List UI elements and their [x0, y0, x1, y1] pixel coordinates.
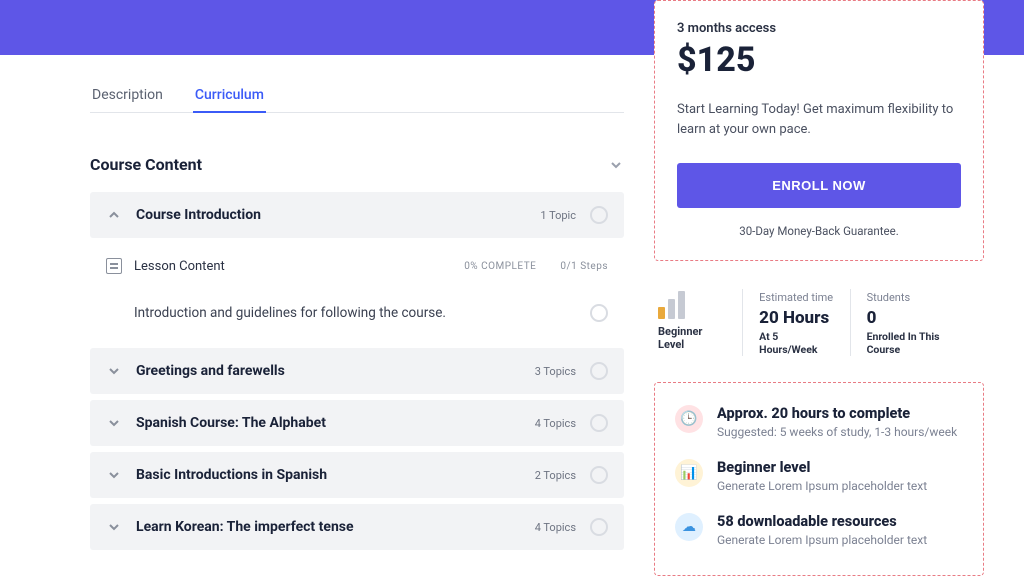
stat-level: Beginner Level	[658, 289, 742, 351]
cloud-download-icon: ☁	[675, 513, 703, 541]
stat-sub: Enrolled In This Course	[867, 330, 968, 356]
lesson-content-label: Lesson Content	[134, 259, 452, 274]
access-period: 3 months access	[677, 21, 961, 36]
progress-circle-icon	[590, 362, 608, 380]
highlight-sub: Generate Lorem Ipsum placeholder text	[717, 479, 927, 493]
progress-circle-icon	[590, 466, 608, 484]
chevron-down-icon	[106, 519, 122, 535]
clock-icon: 🕒	[675, 405, 703, 433]
module-row[interactable]: Learn Korean: The imperfect tense 4 Topi…	[90, 504, 624, 550]
progress-circle-icon	[590, 414, 608, 432]
highlight-row: 🕒 Approx. 20 hours to complete Suggested…	[675, 405, 963, 439]
highlight-sub: Generate Lorem Ipsum placeholder text	[717, 533, 927, 547]
stat-value: 0	[867, 308, 968, 328]
money-back-guarantee: 30-Day Money-Back Guarantee.	[677, 224, 961, 238]
highlight-title: 58 downloadable resources	[717, 513, 927, 530]
highlight-row: ☁ 58 downloadable resources Generate Lor…	[675, 513, 963, 547]
tab-curriculum[interactable]: Curriculum	[193, 81, 266, 113]
highlight-title: Beginner level	[717, 459, 927, 476]
course-right-column: 3 months access $125 Start Learning Toda…	[654, 0, 984, 576]
lesson-progress: 0% COMPLETE	[464, 261, 536, 272]
highlights-card: 🕒 Approx. 20 hours to complete Suggested…	[654, 382, 984, 576]
lesson-item[interactable]: Introduction and guidelines for followin…	[90, 284, 624, 348]
stat-value: 20 Hours	[759, 308, 833, 328]
stat-label: Students	[867, 291, 968, 304]
stat-students: Students 0 Enrolled In This Course	[850, 289, 984, 356]
course-stats: Beginner Level Estimated time 20 Hours A…	[654, 289, 984, 356]
stat-level-label: Beginner Level	[658, 325, 726, 351]
chevron-down-icon	[106, 363, 122, 379]
module-row[interactable]: Basic Introductions in Spanish 2 Topics	[90, 452, 624, 498]
module-row[interactable]: Greetings and farewells 3 Topics	[90, 348, 624, 394]
module-meta: 4 Topics	[535, 417, 576, 430]
module-title: Basic Introductions in Spanish	[136, 467, 535, 483]
chevron-down-icon	[608, 157, 624, 173]
progress-circle-icon	[590, 304, 608, 322]
highlight-row: 📊 Beginner level Generate Lorem Ipsum pl…	[675, 459, 963, 493]
tab-description[interactable]: Description	[90, 81, 165, 112]
tabs: Description Curriculum	[90, 75, 624, 113]
course-left-column: Description Curriculum Course Content Co…	[90, 55, 624, 556]
progress-circle-icon	[590, 518, 608, 536]
chevron-up-icon	[106, 207, 122, 223]
chevron-down-icon	[106, 467, 122, 483]
module-meta: 4 Topics	[535, 521, 576, 534]
chart-icon: 📊	[675, 459, 703, 487]
module-meta: 3 Topics	[535, 365, 576, 378]
chevron-down-icon	[106, 415, 122, 431]
stat-sub: At 5 Hours/Week	[759, 330, 833, 356]
module-title: Spanish Course: The Alphabet	[136, 415, 535, 431]
module-meta: 2 Topics	[535, 469, 576, 482]
course-content-heading: Course Content	[90, 155, 202, 174]
progress-circle-icon	[590, 206, 608, 224]
lesson-content-header: Lesson Content 0% COMPLETE 0/1 Steps	[90, 244, 624, 284]
module-title: Greetings and farewells	[136, 363, 535, 379]
module-title: Learn Korean: The imperfect tense	[136, 519, 535, 535]
highlight-title: Approx. 20 hours to complete	[717, 405, 957, 422]
price: $125	[677, 40, 961, 80]
highlight-sub: Suggested: 5 weeks of study, 1-3 hours/w…	[717, 425, 957, 439]
enroll-button[interactable]: ENROLL NOW	[677, 163, 961, 208]
document-icon	[106, 258, 122, 274]
level-bars-icon	[658, 291, 726, 319]
module-title: Course Introduction	[136, 207, 540, 223]
course-content-header[interactable]: Course Content	[90, 155, 624, 174]
lesson-item-text: Introduction and guidelines for followin…	[134, 305, 590, 321]
stat-estimated-time: Estimated time 20 Hours At 5 Hours/Week	[742, 289, 849, 356]
module-row[interactable]: Course Introduction 1 Topic	[90, 192, 624, 238]
pricing-card: 3 months access $125 Start Learning Toda…	[654, 0, 984, 261]
stat-label: Estimated time	[759, 291, 833, 304]
lesson-steps: 0/1 Steps	[560, 261, 608, 272]
pricing-blurb: Start Learning Today! Get maximum flexib…	[677, 100, 961, 139]
module-meta: 1 Topic	[540, 209, 576, 222]
module-row[interactable]: Spanish Course: The Alphabet 4 Topics	[90, 400, 624, 446]
